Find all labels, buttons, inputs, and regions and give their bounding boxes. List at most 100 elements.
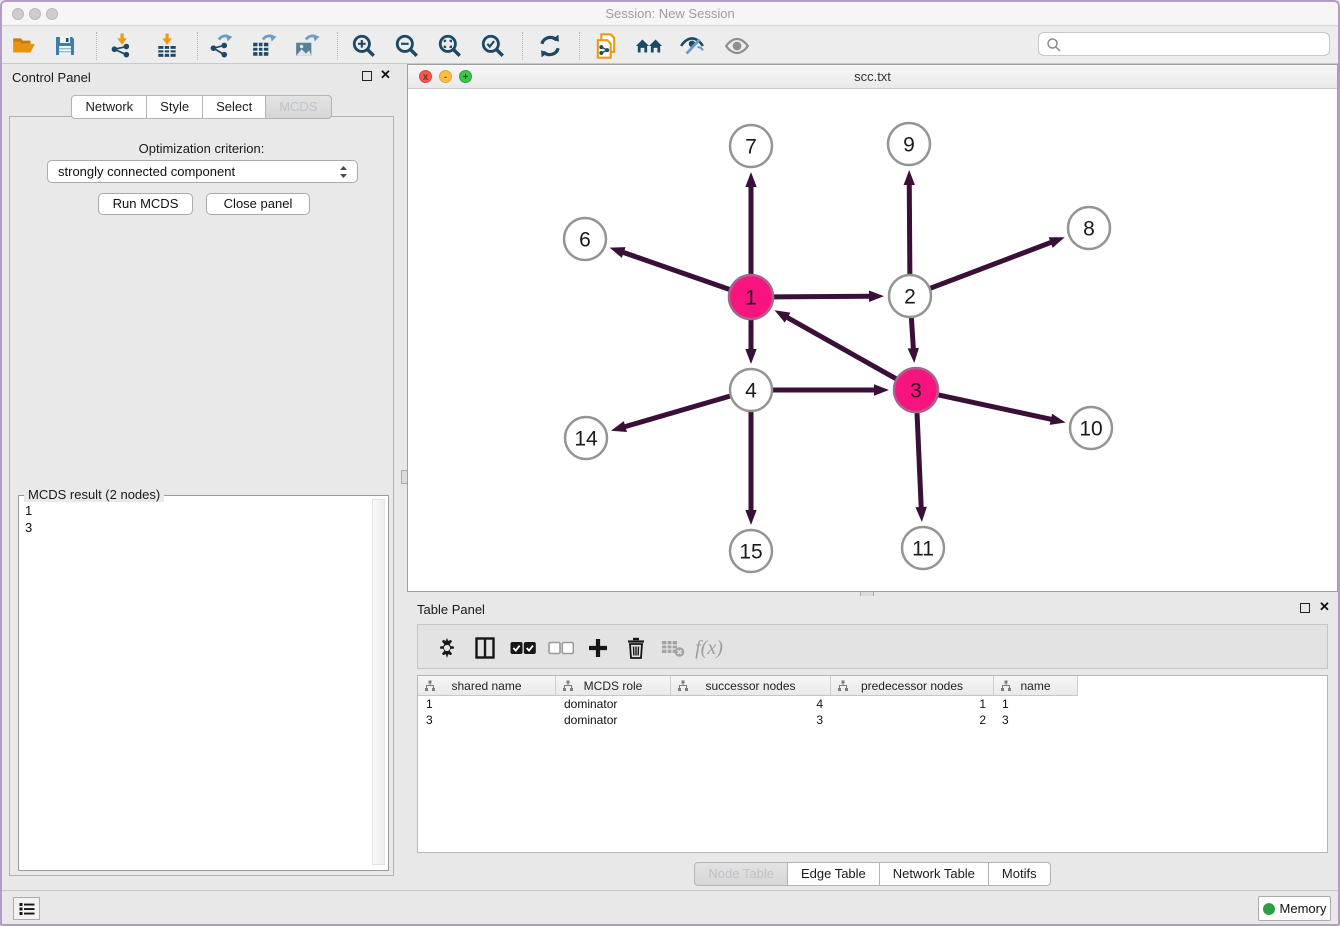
control-panel-tabs: NetworkStyleSelectMCDS xyxy=(2,95,401,119)
open-session-icon[interactable] xyxy=(10,32,38,60)
export-network-icon[interactable] xyxy=(207,32,235,60)
result-line: 3 xyxy=(25,519,32,536)
table-body: 1dominator4113dominator323 xyxy=(418,696,1327,728)
tab-network-table[interactable]: Network Table xyxy=(879,862,989,886)
clone-network-icon[interactable] xyxy=(592,32,620,60)
deselect-all-icon[interactable] xyxy=(546,633,576,663)
settings-gear-icon[interactable] xyxy=(432,633,462,663)
mcds-result-text[interactable]: 13 xyxy=(25,502,32,536)
show-all-icon[interactable] xyxy=(723,32,751,60)
table-cell[interactable]: 2 xyxy=(831,712,994,728)
graph-edge-4-14[interactable] xyxy=(623,396,729,427)
zoom-out-icon[interactable] xyxy=(393,32,421,60)
function-builder-icon[interactable]: f(x) xyxy=(694,633,724,663)
task-history-button[interactable] xyxy=(13,897,40,920)
float-panel-icon[interactable] xyxy=(362,71,372,81)
column-header-name[interactable]: name xyxy=(994,676,1078,696)
graph-edge-2-8[interactable] xyxy=(931,242,1053,288)
hierarchy-icon xyxy=(562,680,574,692)
destroy-table-icon[interactable] xyxy=(658,633,688,663)
tab-node-table[interactable]: Node Table xyxy=(694,862,788,886)
graph-node-label: 11 xyxy=(912,538,934,561)
select-all-icon[interactable] xyxy=(508,633,538,663)
graph-edge-1-2[interactable] xyxy=(774,296,871,297)
save-session-icon[interactable] xyxy=(51,32,79,60)
tab-select[interactable]: Select xyxy=(202,95,266,119)
home-layout-icon[interactable] xyxy=(635,32,663,60)
columns-icon[interactable] xyxy=(470,633,500,663)
delete-row-icon[interactable] xyxy=(621,633,651,663)
application-window: Session: New Session xyxy=(0,0,1340,926)
control-panel-title: Control Panel xyxy=(12,70,91,85)
run-mcds-button[interactable]: Run MCDS xyxy=(98,193,193,215)
table-cell[interactable]: 1 xyxy=(994,696,1078,712)
export-image-icon[interactable] xyxy=(293,32,321,60)
table-cell[interactable]: 4 xyxy=(671,696,831,712)
graph-node-label: 2 xyxy=(904,286,916,309)
search-field[interactable] xyxy=(1038,32,1330,56)
table-toolbar: f(x) xyxy=(417,624,1328,669)
toolbar-separator xyxy=(522,32,523,60)
graph-edge-3-1[interactable] xyxy=(786,317,896,379)
table-cell[interactable]: dominator xyxy=(556,712,671,728)
import-table-icon[interactable] xyxy=(153,32,181,60)
optimization-label: Optimization criterion: xyxy=(10,141,393,156)
graph-edge-arrow xyxy=(1049,237,1065,248)
column-header-shared-name[interactable]: shared name xyxy=(418,676,556,696)
tab-edge-table[interactable]: Edge Table xyxy=(787,862,880,886)
close-panel-button[interactable]: Close panel xyxy=(206,193,310,215)
tab-motifs[interactable]: Motifs xyxy=(988,862,1051,886)
column-header-predecessor-nodes[interactable]: predecessor nodes xyxy=(831,676,994,696)
table-cell[interactable]: 3 xyxy=(671,712,831,728)
toolbar-separator xyxy=(337,32,338,60)
export-table-icon[interactable] xyxy=(250,32,278,60)
import-network-icon[interactable] xyxy=(108,32,136,60)
table-cell[interactable]: 1 xyxy=(418,696,556,712)
zoom-selected-icon[interactable] xyxy=(479,32,507,60)
result-scrollbar[interactable] xyxy=(372,499,385,865)
select-stepper-icon xyxy=(338,164,349,180)
table-cell[interactable]: 1 xyxy=(831,696,994,712)
float-panel-icon[interactable] xyxy=(1300,603,1310,613)
tab-style[interactable]: Style xyxy=(146,95,203,119)
graph-node-label: 8 xyxy=(1083,218,1095,241)
column-header-successor-nodes[interactable]: successor nodes xyxy=(671,676,831,696)
zoom-in-icon[interactable] xyxy=(350,32,378,60)
mcds-panel: Optimization criterion: strongly connect… xyxy=(9,116,394,876)
search-input[interactable] xyxy=(1065,34,1325,54)
table-cell[interactable]: dominator xyxy=(556,696,671,712)
graph-edge-arrow xyxy=(869,291,884,302)
table-cell[interactable]: 3 xyxy=(994,712,1078,728)
status-bar: Memory xyxy=(2,890,1338,924)
node-table: shared nameMCDS rolesuccessor nodesprede… xyxy=(417,675,1328,853)
table-row[interactable]: 3dominator323 xyxy=(418,712,1327,728)
graph-edge-arrow xyxy=(915,507,926,522)
refresh-icon[interactable] xyxy=(536,32,564,60)
graph-node-label: 6 xyxy=(579,229,591,252)
table-cell[interactable]: 3 xyxy=(418,712,556,728)
tab-mcds[interactable]: MCDS xyxy=(265,95,331,119)
optimization-select[interactable]: strongly connected component xyxy=(47,160,358,183)
zoom-fit-icon[interactable] xyxy=(436,32,464,60)
graph-edge-3-11[interactable] xyxy=(917,413,921,509)
hierarchy-icon xyxy=(424,680,436,692)
hierarchy-icon xyxy=(837,680,849,692)
graph-edge-2-9[interactable] xyxy=(909,183,910,274)
list-icon xyxy=(19,902,35,916)
graph-edge-2-3[interactable] xyxy=(911,318,913,350)
toolbar-separator xyxy=(197,32,198,60)
column-header-MCDS-role[interactable]: MCDS role xyxy=(556,676,671,696)
graph-edge-3-10[interactable] xyxy=(938,395,1052,420)
add-row-icon[interactable] xyxy=(583,633,613,663)
graph-node-label: 15 xyxy=(739,541,762,564)
graph-node-label: 7 xyxy=(745,136,757,159)
network-canvas[interactable]: 1234678910111415 xyxy=(408,89,1337,591)
hide-selected-icon[interactable] xyxy=(678,32,706,60)
table-row[interactable]: 1dominator411 xyxy=(418,696,1327,712)
close-panel-icon[interactable]: ✕ xyxy=(380,68,391,82)
graph-edge-1-6[interactable] xyxy=(622,252,729,290)
close-panel-icon[interactable]: ✕ xyxy=(1319,600,1330,614)
memory-button[interactable]: Memory xyxy=(1258,896,1331,921)
control-panel: Control Panel ✕ NetworkStyleSelectMCDS O… xyxy=(2,64,401,890)
tab-network[interactable]: Network xyxy=(71,95,147,119)
